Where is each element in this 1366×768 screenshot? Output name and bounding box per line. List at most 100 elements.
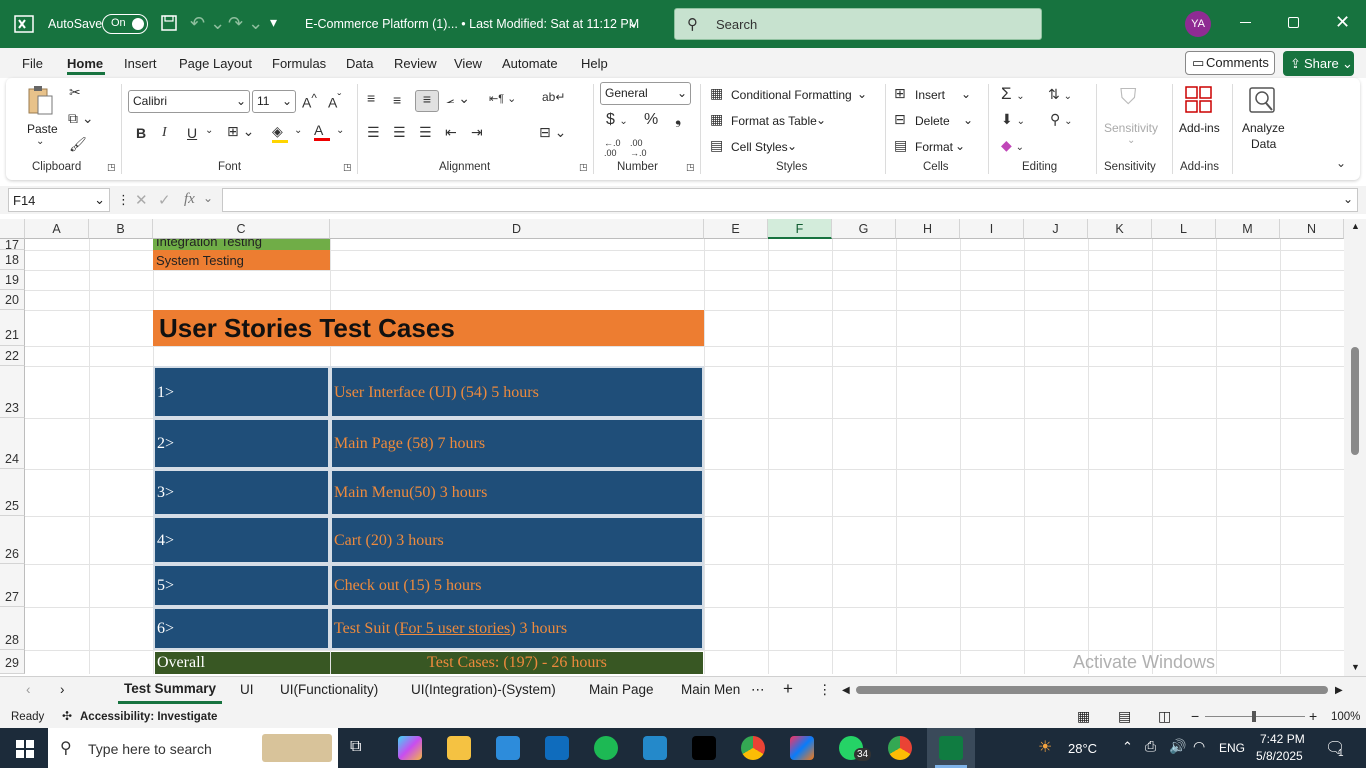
page-break-view-icon[interactable]: ◫: [1158, 708, 1171, 725]
borders-icon[interactable]: ⊞ ⌄: [227, 123, 254, 140]
comma-style-icon[interactable]: ❟: [675, 111, 681, 129]
show-hidden-icons[interactable]: ⌃: [1122, 739, 1133, 755]
alignment-launcher-icon[interactable]: ◳: [579, 162, 588, 173]
format-as-table-label[interactable]: Format as Table: [731, 114, 817, 128]
story-desc-cell[interactable]: Check out (15) 5 hours: [330, 564, 704, 607]
overall-value-cell[interactable]: Test Cases: (197) - 26 hours: [331, 652, 703, 674]
format-cells-icon[interactable]: ▤: [894, 137, 907, 154]
format-cells-label[interactable]: Format: [915, 140, 953, 154]
number-format-combo[interactable]: General ⌄: [600, 82, 691, 105]
weather-icon[interactable]: ☀: [1038, 737, 1052, 757]
decrease-font-icon[interactable]: Aˇ: [328, 92, 341, 111]
row-header[interactable]: 22: [0, 346, 25, 366]
paste-label[interactable]: Paste: [27, 122, 58, 136]
avatar[interactable]: YA: [1185, 11, 1211, 37]
analyze-data-label-1[interactable]: Analyze: [1242, 121, 1285, 135]
enter-icon[interactable]: ✓: [158, 191, 171, 209]
number-launcher-icon[interactable]: ◳: [686, 162, 695, 173]
copy-icon[interactable]: ⧉ ⌄: [68, 110, 94, 127]
format-painter-icon[interactable]: 🖌: [69, 136, 87, 153]
paste-icon[interactable]: [26, 84, 56, 121]
story-number-cell[interactable]: 2>: [153, 418, 330, 469]
insert-function-chevron-icon[interactable]: ⌄: [203, 191, 213, 205]
system-testing-cell[interactable]: System Testing: [153, 250, 330, 270]
story-desc-link[interactable]: For 5 user stories: [400, 620, 511, 637]
cell-styles-chevron-icon[interactable]: ⌄: [787, 139, 797, 153]
underline-button[interactable]: U: [187, 125, 197, 141]
delete-cells-chevron-icon[interactable]: ⌄: [963, 113, 973, 127]
find-select-icon[interactable]: ⚲ ⌄: [1050, 111, 1073, 128]
clock-time[interactable]: 7:42 PM: [1260, 732, 1305, 746]
tab-file[interactable]: File: [22, 56, 43, 71]
story-number-cell[interactable]: 1>: [153, 366, 330, 418]
sensitivity-icon[interactable]: ⛉: [1120, 84, 1137, 110]
share-button[interactable]: ⇪ Share ⌄: [1283, 51, 1354, 76]
tab-home[interactable]: Home: [67, 56, 103, 71]
wifi-icon[interactable]: ◠: [1193, 738, 1205, 755]
tab-data[interactable]: Data: [346, 56, 373, 71]
column-header[interactable]: H: [896, 219, 960, 239]
row-header[interactable]: 19: [0, 270, 25, 290]
currency-icon[interactable]: $ ⌄: [606, 111, 628, 129]
network-icon[interactable]: ⎙: [1145, 738, 1156, 755]
vscode-icon[interactable]: [643, 736, 667, 760]
decrease-decimal-icon[interactable]: .00 →.0: [630, 138, 647, 158]
story-desc-cell[interactable]: Main Menu(50) 3 hours: [330, 469, 704, 516]
sheet-tab-main-page[interactable]: Main Page: [589, 682, 654, 697]
row-header[interactable]: 17: [0, 239, 25, 250]
tab-review[interactable]: Review: [394, 56, 437, 71]
insert-cells-icon[interactable]: ⊞: [894, 85, 906, 102]
zoom-slider-thumb[interactable]: [1252, 711, 1256, 722]
fill-icon[interactable]: ⬇ ⌄: [1001, 111, 1025, 128]
text-direction-icon[interactable]: ⇤¶ ⌄: [489, 92, 516, 105]
column-header[interactable]: D: [330, 219, 704, 239]
story-number-cell[interactable]: 6>: [153, 607, 330, 650]
row-header[interactable]: 26: [0, 516, 25, 564]
column-header[interactable]: A: [25, 219, 89, 239]
expand-formula-icon[interactable]: ⌄: [1343, 192, 1353, 206]
column-header[interactable]: G: [832, 219, 896, 239]
column-header[interactable]: I: [960, 219, 1024, 239]
story-desc-cell[interactable]: Main Page (58) 7 hours: [330, 418, 704, 469]
vertical-scroll-thumb[interactable]: [1351, 347, 1359, 455]
cut-icon[interactable]: ✂: [69, 84, 81, 101]
italic-button[interactable]: I: [162, 125, 167, 141]
customize-qat-icon[interactable]: ▾: [270, 14, 277, 31]
taskbar-search-box[interactable]: ⚲ Type here to search: [48, 728, 338, 768]
vertical-scrollbar[interactable]: ▲ ▼: [1344, 219, 1366, 676]
story-number-cell[interactable]: 5>: [153, 564, 330, 607]
select-all-corner[interactable]: [0, 219, 25, 239]
row-header[interactable]: 27: [0, 564, 25, 607]
title-chevron-icon[interactable]: ⌄: [627, 14, 639, 31]
align-middle-icon[interactable]: ≡: [393, 92, 401, 108]
column-header[interactable]: C: [153, 219, 330, 239]
windows-start-icon[interactable]: [16, 740, 34, 761]
clipboard-launcher-icon[interactable]: ◳: [107, 162, 116, 173]
delete-cells-label[interactable]: Delete: [915, 114, 950, 128]
fill-color-icon[interactable]: ◈: [272, 123, 288, 143]
decrease-indent-icon[interactable]: ⇤: [445, 124, 457, 141]
scroll-right-icon[interactable]: ▶: [1335, 685, 1343, 696]
accessibility-status[interactable]: Accessibility: Investigate: [80, 711, 217, 723]
scroll-up-icon[interactable]: ▲: [1351, 221, 1360, 231]
chrome-profile-icon[interactable]: [888, 736, 912, 760]
clear-icon[interactable]: ◆ ⌄: [1001, 137, 1024, 154]
fill-color-chevron-icon[interactable]: ⌄: [294, 125, 302, 136]
overall-label-cell[interactable]: Overall: [155, 652, 330, 674]
row-header[interactable]: 29: [0, 650, 25, 674]
font-color-icon[interactable]: A: [314, 122, 330, 141]
temperature[interactable]: 28°C: [1068, 741, 1097, 756]
conditional-formatting-chevron-icon[interactable]: ⌄: [857, 87, 867, 101]
column-header[interactable]: B: [89, 219, 153, 239]
name-box[interactable]: F14 ⌄: [8, 188, 110, 212]
story-number-cell[interactable]: 3>: [153, 469, 330, 516]
underline-chevron-icon[interactable]: ⌄: [205, 125, 213, 136]
story-desc-cell[interactable]: Test Suit (For 5 user stories) 3 hours: [330, 607, 704, 650]
sensitivity-label[interactable]: Sensitivity: [1104, 121, 1158, 135]
formula-input[interactable]: ⌄: [222, 188, 1358, 212]
worksheet-grid[interactable]: A B C D E F G H I J K L M N 17 18 19 20 …: [0, 219, 1344, 674]
integration-testing-cell[interactable]: Integration Testing: [153, 239, 330, 250]
sheet-tab-main-menu[interactable]: Main Men: [681, 682, 740, 697]
conditional-formatting-icon[interactable]: ▦: [710, 85, 723, 102]
wrap-text-icon[interactable]: ab↵: [542, 90, 565, 104]
